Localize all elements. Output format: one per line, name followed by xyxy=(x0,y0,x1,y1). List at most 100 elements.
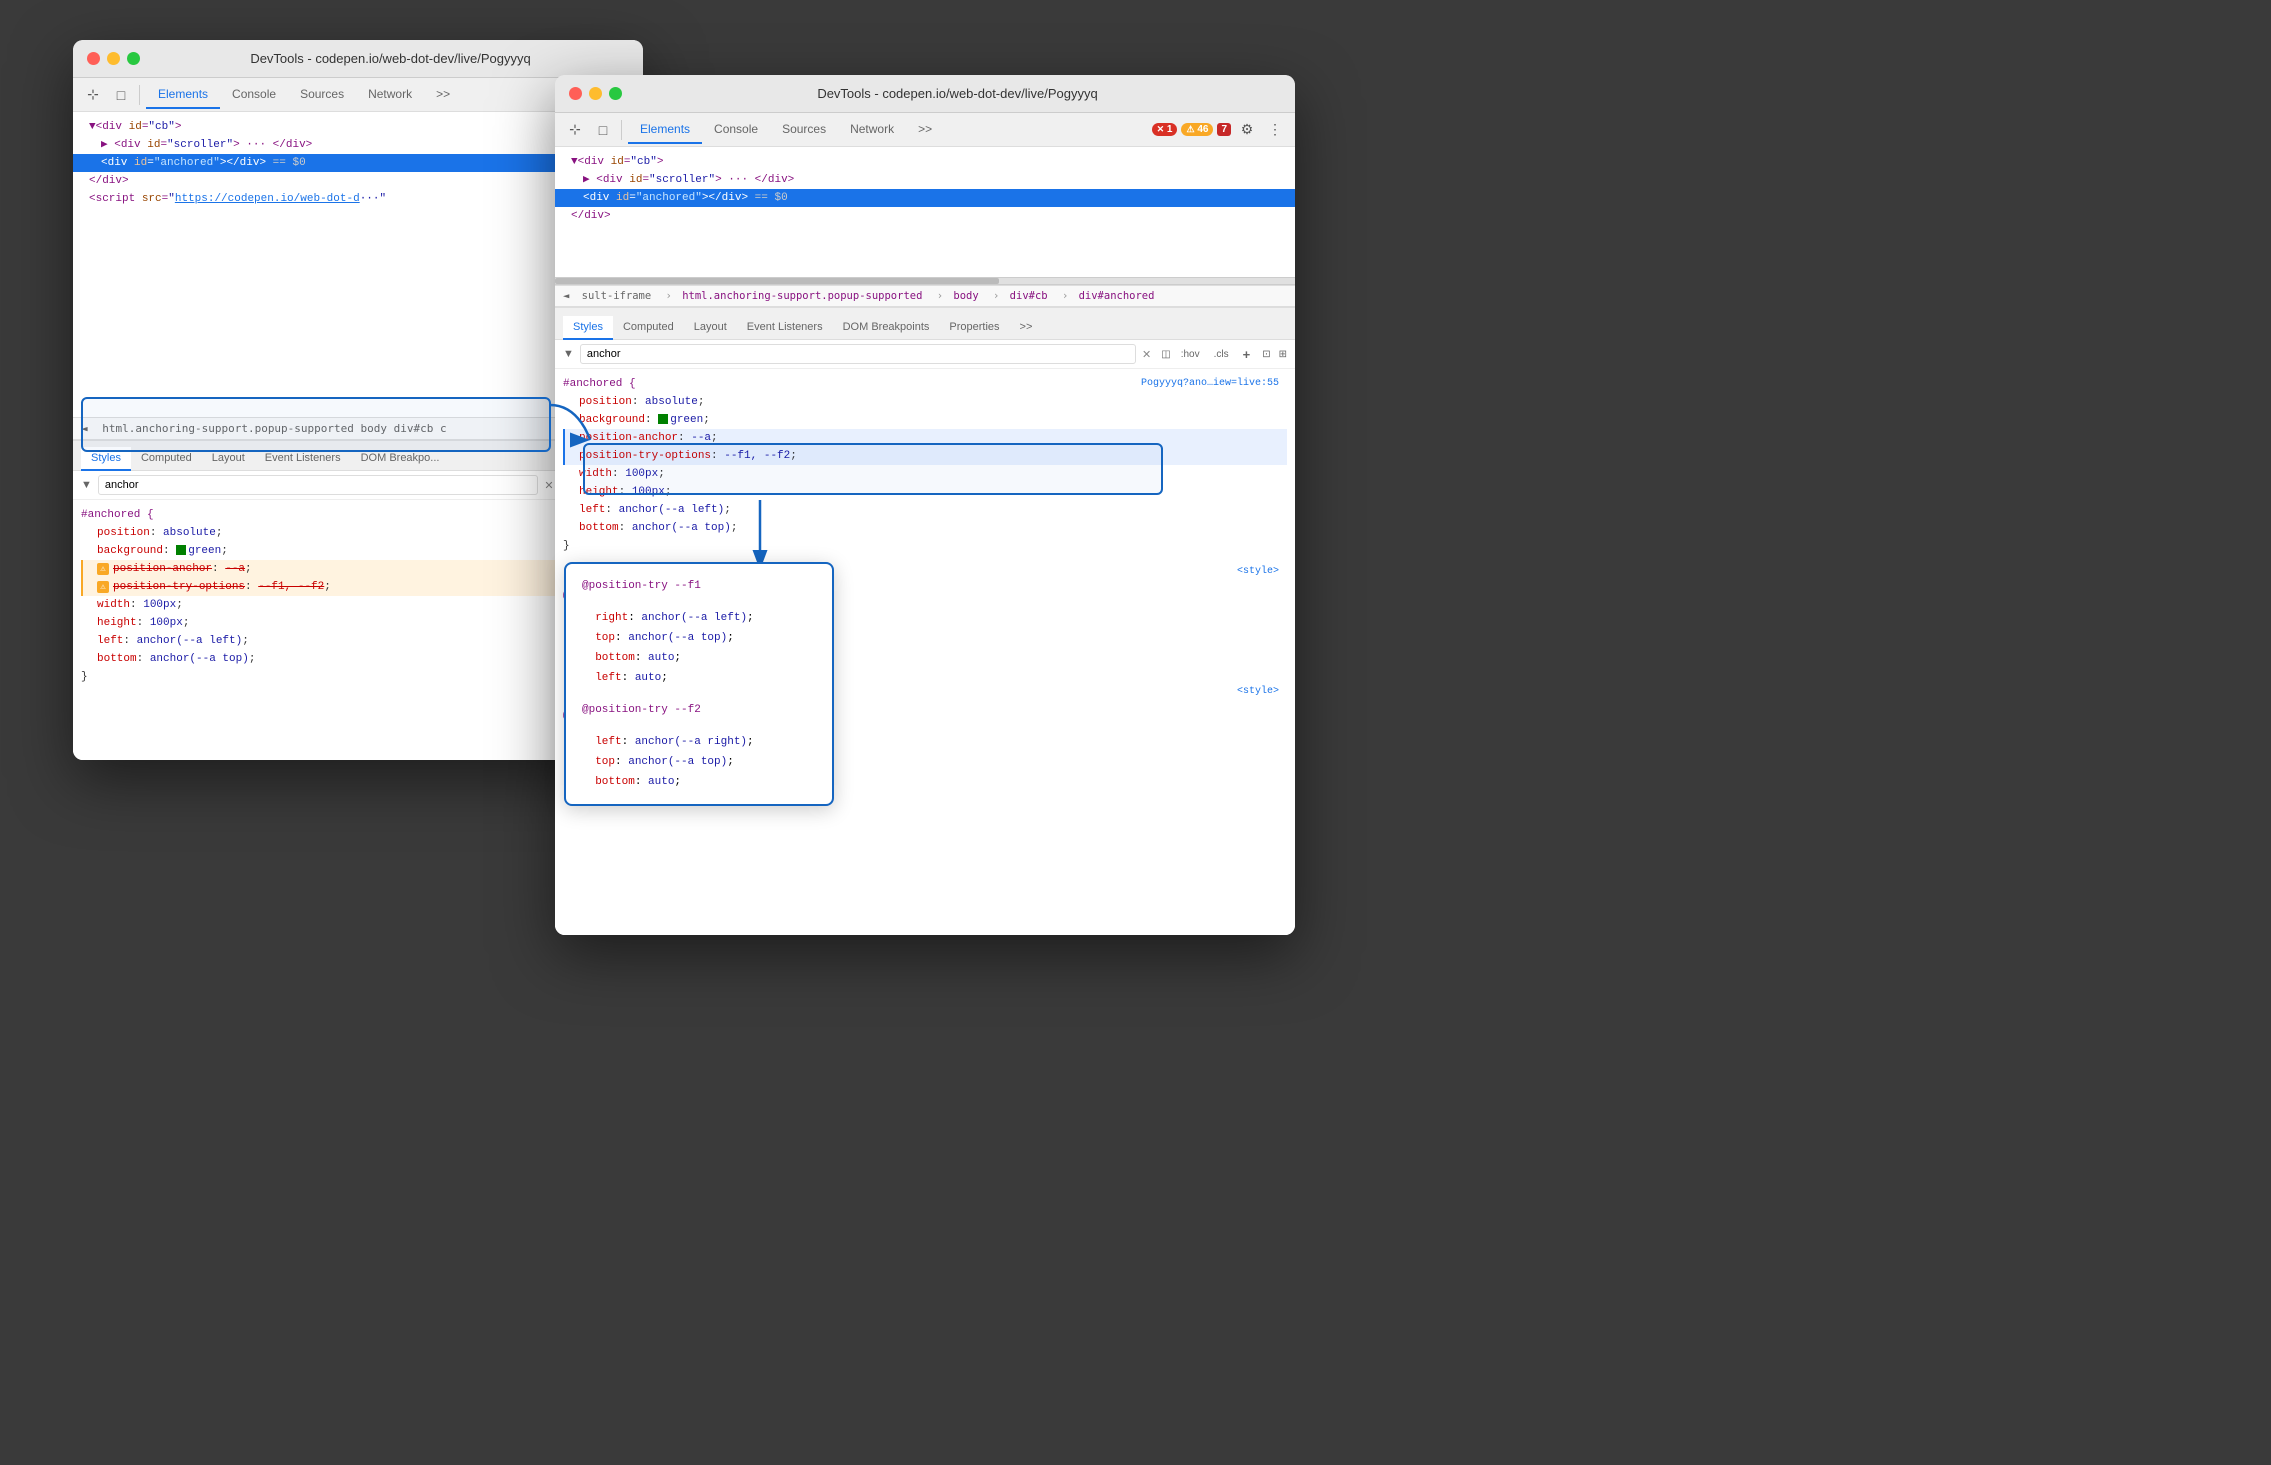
tooltip-box: @position-try --f1 right: anchor(--a lef… xyxy=(564,562,834,806)
tab-computed-1[interactable]: Computed xyxy=(131,447,202,471)
add-btn-2[interactable]: + xyxy=(1239,345,1255,364)
filter-bar-2: ▼ ✕ ◫ :hov .cls + ⊡ ⊞ xyxy=(555,340,1295,369)
panel-tabs-2: Styles Computed Layout Event Listeners D… xyxy=(555,308,1295,340)
prop-position-anchor-2: position-anchor: --a; xyxy=(563,429,1287,447)
tab-more-panel-2[interactable]: >> xyxy=(1010,316,1043,340)
tooltip-prop-1-4: left: auto; xyxy=(582,668,816,688)
tab-network-1[interactable]: Network xyxy=(356,81,424,109)
tab-dom-2[interactable]: DOM Breakpoints xyxy=(833,316,940,340)
back-btn-2[interactable]: ◄ xyxy=(563,290,569,302)
breadcrumb-divcb: div#cb xyxy=(1010,290,1048,302)
gear-icon-2[interactable]: ⚙ xyxy=(1235,118,1259,142)
close-button-1[interactable] xyxy=(87,52,100,65)
back-btn-1[interactable]: ◄ xyxy=(81,422,88,435)
minimize-button-2[interactable] xyxy=(589,87,602,100)
tab-console-2[interactable]: Console xyxy=(702,116,770,144)
minimize-button-1[interactable] xyxy=(107,52,120,65)
breadcrumb-1: html.anchoring-support.popup-supported b… xyxy=(102,422,446,435)
toolbar-right-2: ✕ 1 ⚠ 46 7 ⚙ ⋮ xyxy=(1152,118,1287,142)
breadcrumb-html: html.anchoring-support.popup-supported xyxy=(682,290,922,302)
css-selector-1: #anchored { xyxy=(81,506,635,524)
rule-header-2: #anchored { Pogyyyq?ano…iew=live:55 xyxy=(563,375,1287,393)
tab-event-1[interactable]: Event Listeners xyxy=(255,447,351,471)
css-selector-2: #anchored { xyxy=(563,375,636,393)
tooltip-prop-2-1: left: anchor(--a right); xyxy=(582,732,816,752)
prop-position-try-2: position-try-options: --f1, --f2; xyxy=(563,447,1287,465)
tab-computed-2[interactable]: Computed xyxy=(613,316,684,340)
tab-network-2[interactable]: Network xyxy=(838,116,906,144)
tab-styles-2[interactable]: Styles xyxy=(563,316,613,340)
prop-height-2: height: 100px; xyxy=(563,483,1287,501)
filter-input-1[interactable] xyxy=(98,475,539,495)
prop-width-1: width: 100px; xyxy=(81,596,635,614)
inspector-icon[interactable]: ⊹ xyxy=(81,83,105,107)
css-close-1: } xyxy=(81,668,635,686)
tab-layout-2[interactable]: Layout xyxy=(684,316,737,340)
style-link-2[interactable]: <style> xyxy=(1237,683,1287,701)
copy-icon-2[interactable]: ⊡ xyxy=(1262,349,1270,360)
inspector-icon-2[interactable]: ⊹ xyxy=(563,118,587,142)
scrollbar-2[interactable] xyxy=(555,277,1295,285)
filter-input-2[interactable] xyxy=(580,344,1136,364)
prop-position-2: position: absolute; xyxy=(563,393,1287,411)
layers-icon-2[interactable]: ◫ xyxy=(1161,349,1170,360)
tooltip-prop-2-3: bottom: auto; xyxy=(582,772,816,792)
tab-list-1: Elements Console Sources Network >> xyxy=(146,81,462,109)
prop-background-1: background: green; xyxy=(81,542,635,560)
prop-position-1: position: absolute; xyxy=(81,524,635,542)
prop-background-2: background: green; xyxy=(563,411,1287,429)
color-swatch-2 xyxy=(658,414,668,424)
cls-btn-2[interactable]: .cls xyxy=(1210,347,1233,362)
breadcrumb-sult: sult-iframe xyxy=(582,290,652,302)
tab-elements-1[interactable]: Elements xyxy=(146,81,220,109)
tab-sources-1[interactable]: Sources xyxy=(288,81,356,109)
tree-line-23: <div id="anchored"></div> == $0 xyxy=(555,189,1295,207)
breadcrumb-bar-2: ◄ sult-iframe › html.anchoring-support.p… xyxy=(555,285,1295,307)
tree-line-24: </div> xyxy=(555,207,1295,225)
tooltip-prop-1-1: right: anchor(--a left); xyxy=(582,608,816,628)
prop-left-2: left: anchor(--a left); xyxy=(563,501,1287,519)
prop-bottom-1: bottom: anchor(--a top); xyxy=(81,650,635,668)
elements-panel-2: ▼<div id="cb"> ▶ <div id="scroller"> ···… xyxy=(555,147,1295,935)
tab-dom-1[interactable]: DOM Breakpo... xyxy=(351,447,450,471)
devtools-window-2: DevTools - codepen.io/web-dot-dev/live/P… xyxy=(555,75,1295,935)
tooltip-label-1: @position-try --f1 xyxy=(582,576,816,596)
style-link-selector[interactable]: Pogyyyq?ano…iew=live:55 xyxy=(1141,375,1287,393)
prop-position-anchor-1: ⚠position-anchor: --a; xyxy=(81,560,635,578)
tooltip-label-2: @position-try --f2 xyxy=(582,700,816,720)
clear-filter-2[interactable]: ✕ xyxy=(1142,348,1151,361)
style-link-1[interactable]: <style> xyxy=(1237,563,1287,581)
device-icon-2[interactable]: □ xyxy=(591,118,615,142)
css-close-2: } xyxy=(563,537,1287,555)
titlebar-2: DevTools - codepen.io/web-dot-dev/live/P… xyxy=(555,75,1295,113)
tree-line-22: ▶ <div id="scroller"> ··· </div> xyxy=(555,171,1295,189)
elements-tree-2[interactable]: ▼<div id="cb"> ▶ <div id="scroller"> ···… xyxy=(555,147,1295,277)
tab-elements-2[interactable]: Elements xyxy=(628,116,702,144)
tab-list-2: Elements Console Sources Network >> xyxy=(628,116,944,144)
expand-icon-2[interactable]: ⊞ xyxy=(1279,349,1287,360)
clear-filter-1[interactable]: ✕ xyxy=(544,479,553,492)
tab-props-2[interactable]: Properties xyxy=(939,316,1009,340)
tab-more-2[interactable]: >> xyxy=(906,116,944,144)
prop-left-1: left: anchor(--a left); xyxy=(81,632,635,650)
tab-event-2[interactable]: Event Listeners xyxy=(737,316,833,340)
toolbar-2: ⊹ □ Elements Console Sources Network >> … xyxy=(555,113,1295,147)
filter-icon-1: ▼ xyxy=(81,479,92,491)
maximize-button-1[interactable] xyxy=(127,52,140,65)
window-title-2: DevTools - codepen.io/web-dot-dev/live/P… xyxy=(634,86,1281,101)
traffic-lights-2 xyxy=(569,87,622,100)
tab-more-1[interactable]: >> xyxy=(424,81,462,109)
traffic-lights-1 xyxy=(87,52,140,65)
tab-sources-2[interactable]: Sources xyxy=(770,116,838,144)
hov-btn-2[interactable]: :hov xyxy=(1177,347,1204,362)
tab-styles-1[interactable]: Styles xyxy=(81,447,131,471)
tree-line-21: ▼<div id="cb"> xyxy=(555,153,1295,171)
tab-layout-1[interactable]: Layout xyxy=(202,447,255,471)
tab-console-1[interactable]: Console xyxy=(220,81,288,109)
prop-height-1: height: 100px; xyxy=(81,614,635,632)
menu-icon-2[interactable]: ⋮ xyxy=(1263,118,1287,142)
device-icon[interactable]: □ xyxy=(109,83,133,107)
maximize-button-2[interactable] xyxy=(609,87,622,100)
separator-1 xyxy=(139,85,140,105)
close-button-2[interactable] xyxy=(569,87,582,100)
